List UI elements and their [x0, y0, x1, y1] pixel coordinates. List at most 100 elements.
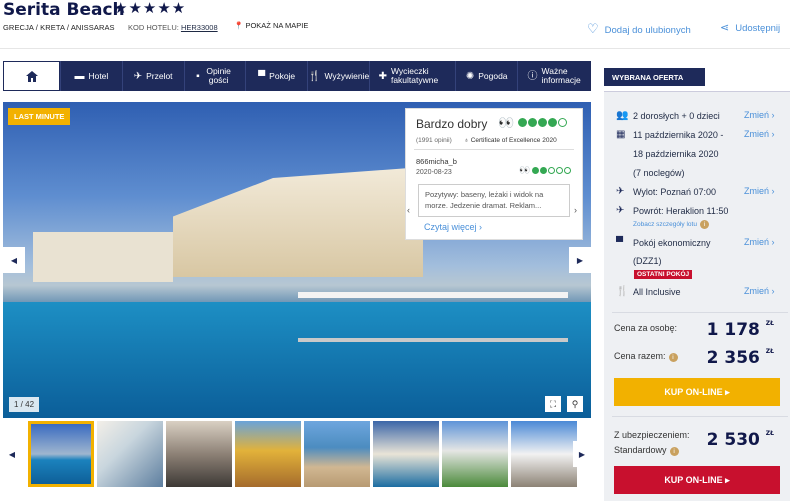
thumbnail[interactable] [442, 421, 508, 487]
departure-text: Wylot: Poznań 07:00 [633, 187, 716, 197]
price-total-label: Cena razem: i [614, 351, 678, 362]
last-minute-badge: LAST MINUTE [8, 108, 71, 125]
flight-details-link[interactable]: Zobacz szczegóły lotu i [633, 220, 709, 229]
buy-online-button[interactable]: KUP ON-LINE ▸ [614, 378, 780, 406]
tab-reviews[interactable]: ▪ Opinie gości [183, 61, 246, 91]
sun-icon: ✺ [465, 70, 475, 82]
home-icon [25, 70, 38, 82]
gallery-map-button[interactable]: ⚲ [567, 396, 583, 412]
fullscreen-button[interactable]: ⛶ [545, 396, 561, 412]
review-text: Pozytywy: baseny, leżaki i widok na morz… [418, 184, 570, 217]
gallery-counter: 1 / 42 [9, 397, 40, 412]
opinions-count: (1991 opinii) [416, 137, 452, 144]
thumbs-next-button[interactable]: ▶ [573, 441, 591, 467]
price-total-text: Cena razem: [614, 351, 666, 361]
price-per-person-value: 1 178 [706, 320, 760, 340]
hotel-code-value[interactable]: HER33008 [181, 23, 218, 32]
hotel-tabs: ▬ Hotel ✈ Przelot ▪ Opinie gości ▀ Pokoje 🍴 W… [3, 61, 591, 91]
favorite-label: Dodaj do ulubionych [604, 25, 691, 36]
insurance-label: Z ubezpieczeniem: [614, 430, 690, 440]
buy-online-insured-button[interactable]: KUP ON-LINE ▸ [614, 466, 780, 494]
chat-icon: ▪ [196, 70, 200, 82]
tab-flight[interactable]: ✈ Przelot [121, 61, 184, 91]
share-button[interactable]: ⋖ Udostępnij [720, 21, 780, 34]
rating-dot [556, 167, 563, 174]
room-line2: (DZZ1) [633, 256, 662, 266]
currency: ZŁ [765, 320, 774, 327]
thumbs-prev-button[interactable]: ◀ [3, 441, 21, 467]
add-favorite-button[interactable]: ♡ Dodaj do ulubionych [587, 21, 691, 37]
price-per-person-label: Cena za osobę: [614, 323, 678, 333]
heart-icon: ♡ [587, 21, 599, 36]
offer-box: 👥 2 dorosłych + 0 dzieci Zmień › ▦ 11 pa… [604, 91, 790, 501]
tab-weather[interactable]: ✺ Pogoda [455, 61, 517, 91]
tab-label: Ważne informacje [541, 66, 581, 85]
read-more-label: Czytaj więcej [424, 222, 477, 232]
change-room-link[interactable]: Zmień › [744, 237, 775, 247]
tab-important-info[interactable]: ⓘ Ważne informacje [517, 61, 591, 91]
change-label: Zmień [744, 186, 770, 196]
buy-label: KUP ON-LINE [664, 475, 723, 485]
last-room-badge: OSTATNI POKÓJ [634, 270, 693, 279]
review-prev-button[interactable]: ‹ [407, 205, 410, 215]
map-pin-icon: 📍 [234, 21, 244, 30]
thumbnail[interactable] [28, 421, 94, 487]
change-flight-link[interactable]: Zmień › [744, 186, 775, 196]
thumbnail[interactable] [373, 421, 439, 487]
hotel-stars: ★★★★★ [114, 0, 187, 17]
rating-dot [540, 167, 547, 174]
thumbnail-strip: ◀ ▶ [3, 421, 591, 487]
chevron-left-icon: ◀ [10, 255, 18, 265]
chevron-right-icon: ▶ [578, 449, 586, 459]
selected-offer-tag: WYBRANA OFERTA [604, 68, 705, 86]
gallery-prev-button[interactable]: ◀ [3, 247, 25, 273]
cutlery-icon: 🍴 [308, 70, 321, 82]
thumbnail[interactable] [511, 421, 577, 487]
tab-home[interactable] [3, 61, 60, 91]
tab-meals[interactable]: 🍴 Wyżywienie [307, 61, 369, 91]
change-label: Zmień [744, 129, 770, 139]
tab-rooms[interactable]: ▀ Pokoje [245, 61, 307, 91]
review-rating [532, 167, 571, 174]
plane-landing-icon: ✈ [616, 205, 625, 216]
review-next-button[interactable]: › [574, 205, 577, 215]
rating-dot [558, 118, 567, 127]
hotel-code-label: KOD HOTELU: [128, 23, 179, 32]
hotel-code: KOD HOTELU: HER33008 [128, 23, 218, 32]
photo-building-left [33, 232, 173, 282]
read-more-link[interactable]: Czytaj więcej › [424, 222, 482, 232]
thumbnail[interactable] [166, 421, 232, 487]
change-dates-link[interactable]: Zmień › [744, 129, 775, 139]
thumbnail[interactable] [235, 421, 301, 487]
thumbnail[interactable] [304, 421, 370, 487]
price-total: 2 356 ZŁ [707, 348, 774, 368]
tab-label: Hotel [88, 70, 109, 81]
insurance-type-text: Standardowy [614, 445, 667, 455]
info-icon: i [699, 220, 709, 229]
rating-dot [532, 167, 539, 174]
share-icon: ⋖ [720, 22, 730, 34]
tab-hotel[interactable]: ▬ Hotel [60, 61, 122, 91]
hotel-name: Serita Beach [3, 0, 125, 20]
board-text: All Inclusive [633, 287, 681, 297]
tripadvisor-widget: Bardzo dobry 👀 (1991 opinii) ♁ Certifica… [405, 108, 583, 240]
info-icon: i [669, 447, 679, 456]
sofa-icon: ▀ [258, 70, 266, 82]
show-map-label: POKAŻ NA MAPIE [245, 21, 309, 30]
gallery-next-button[interactable]: ▶ [569, 247, 591, 273]
thumbnail[interactable] [97, 421, 163, 487]
show-map-link[interactable]: 📍 POKAŻ NA MAPIE [234, 21, 308, 30]
tab-excursions[interactable]: ✚ Wycieczki fakultatywne [369, 61, 455, 91]
rating-dot [518, 118, 527, 127]
change-board-link[interactable]: Zmień › [744, 286, 775, 296]
certificate-text: Certificate of Excellence 2020 [470, 137, 557, 144]
info-icon: i [668, 353, 678, 362]
date-line2: 18 października 2020 [633, 149, 719, 159]
chevron-right-icon: ▶ [576, 255, 584, 265]
expand-icon: ⛶ [549, 398, 557, 409]
date-line3: (7 noclegów) [633, 168, 685, 178]
tripadvisor-heading: Bardzo dobry [416, 117, 488, 131]
tab-label: Pogoda [478, 70, 508, 81]
rating-dot [548, 167, 555, 174]
change-guests-link[interactable]: Zmień › [744, 110, 775, 120]
